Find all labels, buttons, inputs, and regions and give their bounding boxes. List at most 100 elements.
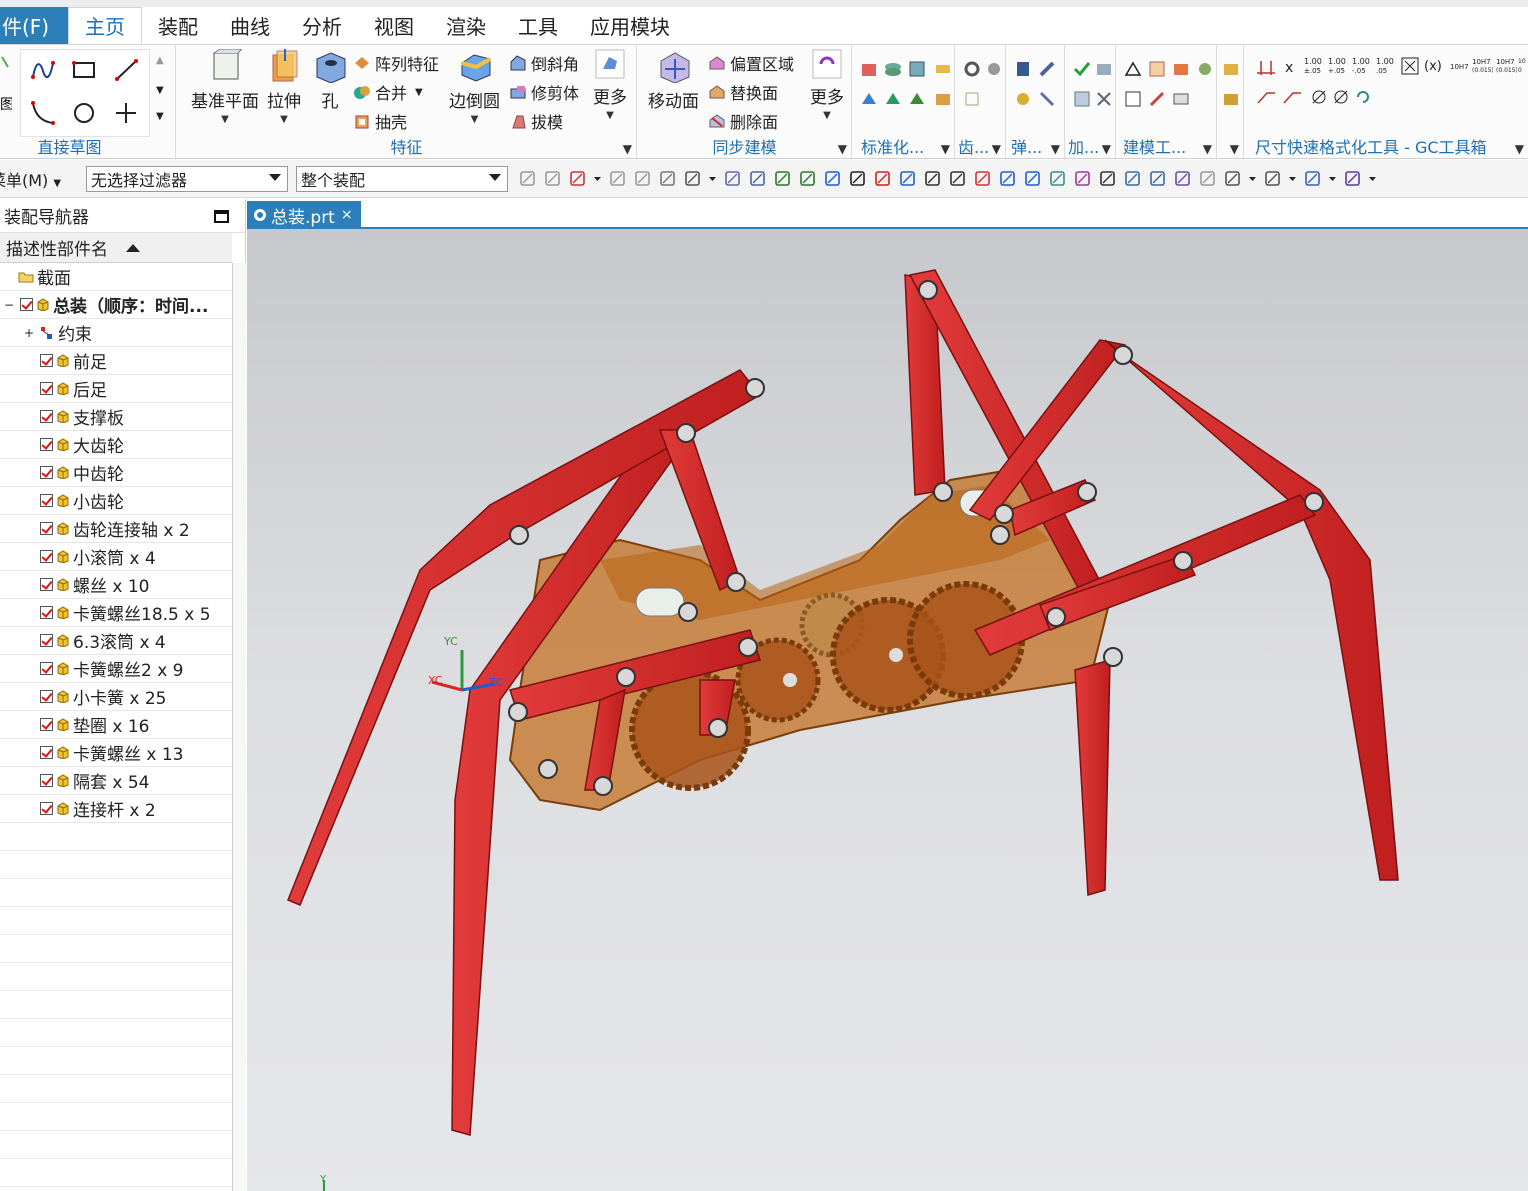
tree-row[interactable]: + 约束: [0, 319, 232, 347]
view-fit-icon[interactable]: [1123, 169, 1142, 188]
tree-row[interactable]: 卡簧螺丝 x 13: [0, 739, 232, 767]
spring-tool3-icon[interactable]: [1013, 89, 1033, 109]
select-point-icon[interactable]: [518, 169, 537, 188]
spring-tool2-icon[interactable]: [1037, 59, 1057, 79]
dropdown-arrow-icon[interactable]: ▼: [221, 114, 229, 125]
pattern-feature-button[interactable]: 阵列特征: [353, 51, 439, 75]
diameter-icon[interactable]: [1309, 87, 1329, 107]
visibility-checkbox[interactable]: [40, 718, 53, 731]
visibility-checkbox[interactable]: [40, 494, 53, 507]
std-tool3-icon[interactable]: [907, 89, 927, 109]
edge-blend-button[interactable]: 边倒圆 ▼: [449, 49, 500, 125]
snap-point-icon[interactable]: [998, 169, 1017, 188]
fit-10h7-icon[interactable]: 10H7: [1449, 55, 1471, 75]
scroll-up-icon[interactable]: ▲: [156, 55, 164, 66]
visibility-checkbox[interactable]: [40, 774, 53, 787]
group-options-icon[interactable]: ▼: [1230, 142, 1239, 156]
snap-spline-icon[interactable]: [898, 169, 917, 188]
dropdown-arrow-icon[interactable]: [1248, 169, 1257, 188]
graphics-viewport[interactable]: YC XC ZC Y: [247, 229, 1528, 1191]
tree-row[interactable]: 截面: [0, 263, 232, 291]
visibility-checkbox[interactable]: [40, 802, 53, 815]
box-select-icon[interactable]: [683, 169, 702, 188]
dropdown-arrow-icon[interactable]: ▼: [415, 87, 423, 98]
selection-filter-dropdown[interactable]: 无选择过滤器: [86, 165, 288, 192]
collapsed-tool-icon[interactable]: [1221, 59, 1241, 79]
leader2-icon[interactable]: [1281, 87, 1303, 107]
orient-icon[interactable]: [1343, 169, 1362, 188]
visibility-checkbox[interactable]: [40, 354, 53, 367]
boxed-x-icon[interactable]: [1399, 55, 1421, 75]
column-header[interactable]: 描述性部件名: [0, 233, 232, 263]
machining-tool2-icon[interactable]: [1072, 89, 1092, 109]
dropdown-arrow-icon[interactable]: [708, 169, 717, 188]
visibility-checkbox[interactable]: [40, 746, 53, 759]
move-face-button[interactable]: 移动面: [648, 49, 699, 112]
std-part-icon[interactable]: [859, 59, 879, 79]
fit-10h7c-icon[interactable]: 10H7(0.015): [1495, 55, 1517, 75]
edit-tool-icon[interactable]: [1147, 89, 1167, 109]
replace-face-button[interactable]: 替换面: [708, 80, 778, 104]
snap-end-icon[interactable]: [798, 169, 817, 188]
navigator-scrollbar[interactable]: [232, 263, 246, 1191]
tree-row[interactable]: 垫圈 x 16: [0, 711, 232, 739]
sketch-stub-icon[interactable]: 图: [0, 53, 12, 113]
sort-ascending-icon[interactable]: [126, 243, 140, 252]
snap-tangent-icon[interactable]: [873, 169, 892, 188]
render-style-icon[interactable]: [1223, 169, 1242, 188]
collapsed-tool2-icon[interactable]: [1221, 89, 1241, 109]
layer-icon[interactable]: [1198, 169, 1217, 188]
tree-row[interactable]: 中齿轮: [0, 459, 232, 487]
dropdown-arrow-icon[interactable]: [1368, 169, 1377, 188]
tree-row[interactable]: 大齿轮: [0, 431, 232, 459]
dropdown-arrow-icon[interactable]: ▼: [823, 110, 831, 121]
gear-tool-icon[interactable]: [962, 59, 982, 79]
tree-row[interactable]: 支撑板: [0, 403, 232, 431]
hole-button[interactable]: 孔: [313, 49, 347, 112]
group-options-icon[interactable]: ▼: [1102, 142, 1111, 156]
visibility-checkbox[interactable]: [40, 466, 53, 479]
close-tab-icon[interactable]: ×: [341, 207, 353, 223]
gear-tool2-icon[interactable]: [984, 59, 1004, 79]
scroll-down-icon[interactable]: ▼: [156, 85, 164, 96]
visibility-checkbox[interactable]: [40, 606, 53, 619]
undo-format-icon[interactable]: [1353, 87, 1373, 107]
pick-icon[interactable]: [608, 169, 627, 188]
visibility-checkbox[interactable]: [20, 298, 34, 311]
group-options-icon[interactable]: ▼: [623, 142, 632, 156]
expand-icon[interactable]: +: [24, 326, 34, 340]
visibility-checkbox[interactable]: [40, 662, 53, 675]
line-icon[interactable]: [114, 57, 140, 83]
group-options-icon[interactable]: ▼: [941, 142, 950, 156]
dropdown-arrow-icon[interactable]: ▼: [471, 114, 479, 125]
view-rotate-icon[interactable]: [1148, 169, 1167, 188]
tree-row[interactable]: 小齿轮: [0, 487, 232, 515]
tree-row[interactable]: 小卡簧 x 25: [0, 683, 232, 711]
features-more-button[interactable]: 更多 ▼: [593, 49, 627, 121]
std-tool2-icon[interactable]: [883, 89, 903, 109]
arc-icon[interactable]: [30, 99, 56, 127]
tree-row[interactable]: 卡簧螺丝18.5 x 5: [0, 599, 232, 627]
lasso-icon[interactable]: [658, 169, 677, 188]
std-tool4-icon[interactable]: [933, 89, 953, 109]
spline-icon[interactable]: [30, 57, 56, 83]
model-tool-icon[interactable]: [1171, 59, 1191, 79]
delete-face-button[interactable]: 删除面: [708, 109, 778, 133]
visibility-checkbox[interactable]: [40, 550, 53, 563]
tree-row[interactable]: 小滚筒 x 4: [0, 543, 232, 571]
dropdown-arrow-icon[interactable]: [593, 169, 602, 188]
paren-x-icon[interactable]: (x): [1423, 55, 1447, 75]
view-body-icon[interactable]: [723, 169, 742, 188]
rectangle-icon[interactable]: [72, 59, 96, 81]
gear-tool3-icon[interactable]: [962, 89, 982, 109]
std-list-icon[interactable]: [907, 59, 927, 79]
extrude-button[interactable]: 拉伸 ▼: [267, 49, 301, 125]
sheet-tool-icon[interactable]: [1123, 89, 1143, 109]
group-options-icon[interactable]: ▼: [838, 142, 847, 156]
snap-face-icon[interactable]: [1048, 169, 1067, 188]
model-tool2-icon[interactable]: [1195, 59, 1215, 79]
tab-tools[interactable]: 工具: [502, 7, 574, 44]
visibility-checkbox[interactable]: [40, 578, 53, 591]
visibility-checkbox[interactable]: [40, 634, 53, 647]
unite-button[interactable]: 合并 ▼: [353, 80, 423, 104]
